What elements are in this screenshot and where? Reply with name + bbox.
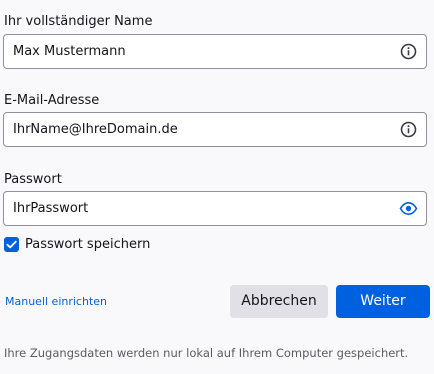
remember-password-label[interactable]: Passwort speichern <box>25 237 150 253</box>
name-field[interactable]: Max Mustermann <box>3 34 427 69</box>
manual-setup-link[interactable]: Manuell einrichten <box>5 295 107 308</box>
remember-password-checkbox[interactable] <box>4 237 19 252</box>
email-field[interactable]: IhrName@IhreDomain.de <box>3 112 427 147</box>
password-label: Passwort <box>4 172 62 187</box>
password-field-value[interactable]: IhrPasswort <box>13 192 88 225</box>
continue-button[interactable]: Weiter <box>336 285 430 318</box>
info-icon[interactable] <box>400 43 417 60</box>
email-label: E-Mail-Adresse <box>4 93 100 108</box>
name-field-value[interactable]: Max Mustermann <box>13 35 126 68</box>
storage-note: Ihre Zugangsdaten werden nur lokal auf I… <box>4 346 409 360</box>
info-icon[interactable] <box>400 121 417 138</box>
cancel-button[interactable]: Abbrechen <box>230 285 328 318</box>
email-field-value[interactable]: IhrName@IhreDomain.de <box>13 113 178 146</box>
password-field[interactable]: IhrPasswort <box>3 191 427 226</box>
name-label: Ihr vollständiger Name <box>4 14 153 29</box>
checkmark-icon <box>6 240 17 249</box>
eye-icon[interactable] <box>399 200 418 217</box>
